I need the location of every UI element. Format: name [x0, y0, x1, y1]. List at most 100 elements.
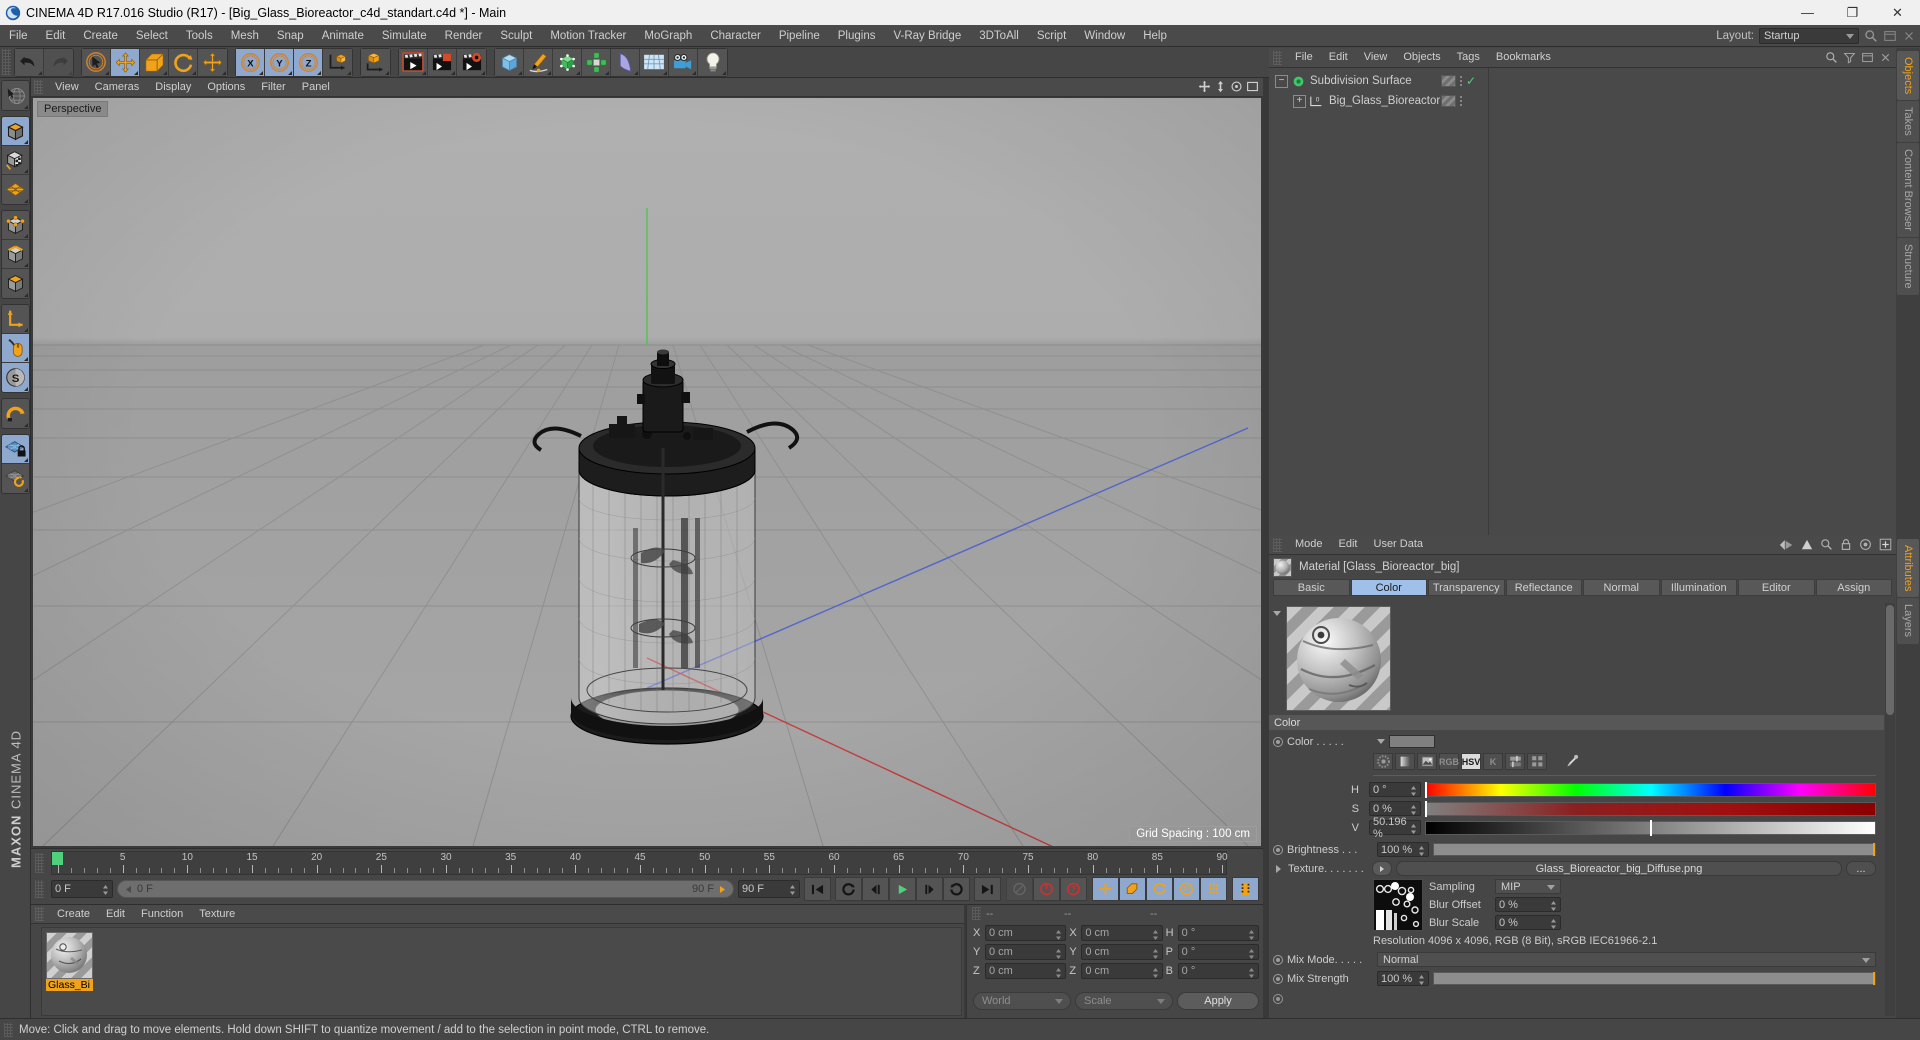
add-camera-button[interactable]: [669, 48, 698, 76]
material-menu-edit[interactable]: Edit: [98, 905, 133, 924]
move-tool-button[interactable]: [111, 48, 140, 76]
rgb-mode-button[interactable]: RGB: [1439, 753, 1459, 770]
viewport-menu-view[interactable]: View: [47, 78, 87, 97]
lock-y-button[interactable]: Y: [265, 48, 294, 76]
expand-toggle-icon[interactable]: +: [1293, 94, 1306, 108]
edge-tab-content-browser[interactable]: Content Browser: [1897, 143, 1919, 237]
spinner-icon[interactable]: [1550, 900, 1557, 912]
size-z-field[interactable]: 0 cm: [1081, 963, 1163, 979]
sampling-select[interactable]: MIP: [1495, 879, 1561, 894]
search-icon[interactable]: [1825, 51, 1838, 64]
viewport-menu-filter[interactable]: Filter: [253, 78, 293, 97]
frame-range-bar[interactable]: 0 F 90 F: [117, 880, 734, 898]
tab-illumination[interactable]: Illumination: [1660, 579, 1737, 596]
object-menu-edit[interactable]: Edit: [1321, 48, 1356, 67]
menu-item-render[interactable]: Render: [436, 25, 492, 47]
spinner-icon[interactable]: [1410, 823, 1417, 835]
range-left-arrow-icon[interactable]: [124, 885, 133, 894]
lock-icon[interactable]: [1840, 538, 1852, 551]
scale-key-button[interactable]: [1119, 877, 1146, 901]
object-visibility-toggle[interactable]: [1441, 95, 1456, 107]
menu-item-pipeline[interactable]: Pipeline: [770, 25, 829, 47]
color-gradient-button[interactable]: [1395, 753, 1415, 770]
autokeying-button[interactable]: [1033, 877, 1060, 901]
menu-item-animate[interactable]: Animate: [313, 25, 373, 47]
spinner-icon[interactable]: [1248, 929, 1255, 941]
tab-normal[interactable]: Normal: [1583, 579, 1660, 596]
rotate-tool-button[interactable]: [169, 48, 198, 76]
point-level-animation-button[interactable]: [1200, 877, 1227, 901]
mix-mode-select[interactable]: Normal: [1377, 952, 1876, 967]
mix-strength-slider[interactable]: [1433, 972, 1876, 985]
status-bar-grip[interactable]: [4, 1022, 13, 1037]
hsv-h-bar[interactable]: [1425, 781, 1876, 798]
lock-z-button[interactable]: Z: [294, 48, 323, 76]
hsv-v-marker[interactable]: [1650, 819, 1653, 836]
coordinates-grip[interactable]: [972, 907, 981, 920]
attribute-menu-user-data[interactable]: User Data: [1366, 535, 1432, 554]
spinner-icon[interactable]: [102, 884, 109, 896]
lock-workplane-button[interactable]: [2, 435, 29, 464]
object-axis-button[interactable]: [361, 48, 390, 76]
maximize-view-icon[interactable]: [1246, 80, 1259, 93]
mix-strength-radio-icon[interactable]: [1273, 973, 1283, 984]
filter-icon[interactable]: [1843, 51, 1856, 64]
brightness-field[interactable]: 100 %: [1377, 842, 1429, 857]
tab-color[interactable]: Color: [1350, 579, 1427, 596]
swatches-mode-button[interactable]: [1527, 753, 1547, 770]
texture-menu-button[interactable]: [1372, 861, 1392, 876]
menu-item-help[interactable]: Help: [1134, 25, 1176, 47]
timeline-ruler[interactable]: 051015202530354045505560657075808590: [51, 851, 1228, 875]
move-alt-button[interactable]: [198, 48, 227, 76]
add-cube-button[interactable]: [495, 48, 524, 76]
expand-toggle-icon[interactable]: −: [1275, 74, 1288, 88]
object-visibility-toggle[interactable]: [1441, 75, 1456, 87]
menu-item-mesh[interactable]: Mesh: [222, 25, 268, 47]
spinner-icon[interactable]: [1248, 948, 1255, 960]
minimize-button[interactable]: —: [1785, 0, 1830, 25]
sliders-mode-button[interactable]: [1505, 753, 1525, 770]
hsv-s-field[interactable]: 0 %: [1369, 801, 1421, 816]
menu-item-tools[interactable]: Tools: [177, 25, 222, 47]
menu-item-window[interactable]: Window: [1075, 25, 1134, 47]
object-menu-view[interactable]: View: [1356, 48, 1396, 67]
brightness-slider-knob[interactable]: [1873, 843, 1875, 856]
hsv-mode-button[interactable]: HSV: [1461, 753, 1481, 770]
render-settings-button[interactable]: [457, 48, 486, 76]
position-z-field[interactable]: 0 cm: [985, 963, 1067, 979]
step-back-frame-button[interactable]: [862, 877, 889, 901]
add-deformer-button[interactable]: [611, 48, 640, 76]
object-tree[interactable]: − Subdivision Surface ✓ + 0 Big_Glass_Bi…: [1269, 68, 1896, 535]
hsv-h-field[interactable]: 0 °: [1369, 782, 1421, 797]
viewport-grip[interactable]: [34, 80, 43, 94]
brightness-slider[interactable]: [1433, 843, 1876, 856]
mix-strength-field[interactable]: 100 %: [1377, 971, 1429, 986]
object-dots-icon[interactable]: [1460, 76, 1462, 86]
color-swatch[interactable]: [1389, 735, 1435, 748]
menu-item-edit[interactable]: Edit: [37, 25, 75, 47]
end-frame-field[interactable]: 90 F: [738, 880, 800, 898]
select-tool-button[interactable]: [82, 48, 111, 76]
step-back-keyframe-button[interactable]: [835, 877, 862, 901]
material-manager-grip[interactable]: [35, 907, 44, 921]
spinner-icon[interactable]: [1410, 785, 1417, 797]
close-button[interactable]: ✕: [1875, 0, 1920, 25]
add-environment-button[interactable]: [640, 48, 669, 76]
tab-assign[interactable]: Assign: [1815, 579, 1892, 596]
range-right-arrow-icon[interactable]: [718, 885, 727, 894]
eyedropper-button[interactable]: [1561, 753, 1581, 770]
position-x-field[interactable]: 0 cm: [985, 925, 1067, 941]
timeline-toggle-button[interactable]: [1232, 877, 1259, 901]
rotation-p-field[interactable]: 0 °: [1177, 944, 1259, 960]
up-arrow-icon[interactable]: [1801, 539, 1813, 551]
blur-offset-field[interactable]: 0 %: [1495, 897, 1561, 912]
menu-item-create[interactable]: Create: [74, 25, 127, 47]
object-row-subdivision-surface[interactable]: − Subdivision Surface ✓: [1269, 71, 1896, 91]
spinner-icon[interactable]: [1055, 967, 1062, 979]
hsv-s-marker[interactable]: [1425, 800, 1427, 817]
texture-path-field[interactable]: Glass_Bioreactor_big_Diffuse.png: [1396, 861, 1842, 876]
current-frame-field[interactable]: 0 F: [51, 880, 113, 898]
brightness-radio-icon[interactable]: [1273, 844, 1283, 855]
partial-radio-icon[interactable]: [1273, 993, 1283, 1004]
texture-expand-triangle-icon[interactable]: [1276, 864, 1281, 873]
